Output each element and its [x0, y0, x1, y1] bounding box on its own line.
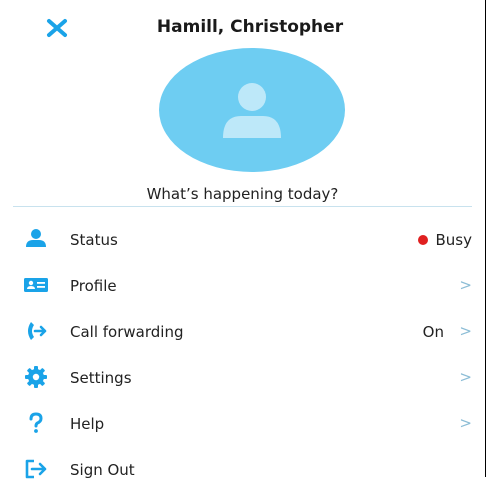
chevron-right-icon: >: [459, 368, 472, 386]
menu-item-call-forwarding[interactable]: Call forwarding On >: [0, 310, 486, 354]
person-silhouette-icon: [223, 83, 281, 138]
chevron-right-icon: >: [459, 276, 472, 294]
menu-item-sign-out[interactable]: Sign Out: [0, 448, 486, 492]
menu-item-label: Settings: [70, 369, 132, 387]
divider: [13, 206, 472, 207]
avatar[interactable]: [159, 48, 345, 172]
menu-item-label: Status: [70, 231, 118, 249]
chevron-right-icon: >: [459, 414, 472, 432]
menu-item-label: Profile: [70, 277, 117, 295]
menu-item-label: Call forwarding: [70, 323, 184, 341]
id-card-icon: [24, 273, 48, 297]
call-forwarding-value: On: [422, 323, 444, 341]
header: Hamill, Christopher: [0, 8, 486, 46]
sign-out-icon: [24, 457, 48, 481]
menu-item-profile[interactable]: Profile >: [0, 264, 486, 308]
mood-prompt[interactable]: What’s happening today?: [0, 185, 485, 203]
question-icon: [24, 411, 48, 435]
app-panel: Hamill, Christopher What’s happening tod…: [0, 0, 486, 479]
busy-dot-icon: [417, 234, 428, 245]
person-icon: [24, 227, 48, 251]
status-text: Busy: [435, 231, 473, 249]
chevron-right-icon: >: [459, 322, 472, 340]
menu-item-label: Sign Out: [70, 461, 135, 479]
menu-item-label: Help: [70, 415, 105, 433]
menu-item-help[interactable]: Help >: [0, 402, 486, 446]
menu-item-settings[interactable]: Settings >: [0, 356, 486, 400]
status-value: Busy: [417, 231, 473, 249]
menu-item-status[interactable]: Status Busy: [0, 218, 486, 262]
call-forward-icon: [24, 319, 48, 343]
page-title: Hamill, Christopher: [156, 17, 344, 37]
gear-icon: [24, 365, 48, 389]
